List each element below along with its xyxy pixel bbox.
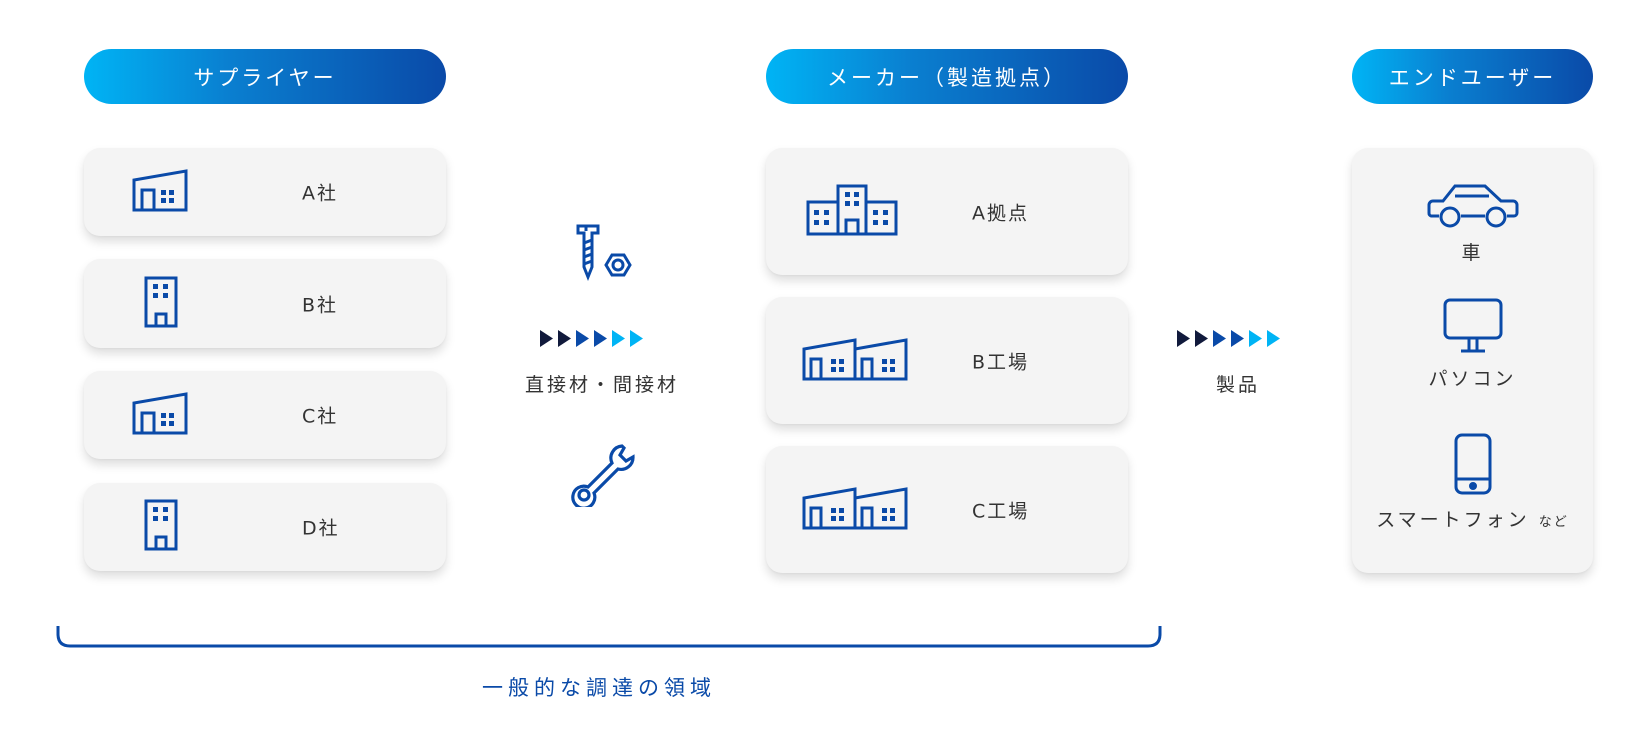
supplier-card-a: A社 [84, 148, 446, 236]
products-label: 製品 [1216, 374, 1261, 396]
maker-label: C工場 [972, 500, 1030, 522]
double-factory-icon [802, 337, 908, 385]
double-factory-icon [802, 486, 908, 534]
supplier-header-label: サプライヤー [193, 65, 337, 90]
arrow-icon [1249, 330, 1262, 347]
products-flow-arrows [1177, 330, 1280, 347]
end-user-label: 車 [1461, 242, 1484, 264]
arrow-icon [1177, 330, 1190, 347]
office-building-icon [144, 276, 178, 332]
supplier-label: B社 [302, 294, 339, 316]
end-user-header: エンドユーザー [1352, 49, 1593, 104]
supplier-label: C社 [302, 405, 339, 428]
arrow-icon [558, 330, 571, 347]
materials-label: 直接材・間接材 [525, 374, 680, 396]
arrow-icon [1267, 330, 1280, 347]
arrow-icon [1231, 330, 1244, 347]
arrow-icon [540, 330, 553, 347]
end-user-item-pc: パソコン [1352, 298, 1593, 391]
supplier-card-c: C社 [84, 371, 446, 459]
supplier-card-b: B社 [84, 259, 446, 348]
end-user-label: スマートフォン など [1376, 509, 1569, 531]
end-user-label: パソコン [1428, 368, 1517, 390]
procurement-scope-bracket [56, 626, 1162, 648]
office-building-icon [144, 499, 178, 555]
headquarters-icon [806, 184, 898, 240]
end-user-item-smartphone: スマートフォン など [1352, 433, 1593, 532]
maker-header: メーカー（製造拠点） [766, 49, 1128, 104]
materials-flow-arrows [540, 330, 643, 347]
procurement-scope-label: 一般的な調達の領域 [482, 676, 716, 700]
arrow-icon [576, 330, 589, 347]
arrow-icon [612, 330, 625, 347]
monitor-icon [1443, 298, 1502, 353]
supplier-header: サプライヤー [84, 49, 446, 104]
factory-icon [132, 168, 188, 216]
arrow-icon [630, 330, 643, 347]
car-icon [1427, 184, 1518, 228]
maker-label: B工場 [972, 351, 1030, 373]
wrench-icon [570, 443, 636, 511]
maker-label: A拠点 [972, 202, 1029, 224]
maker-card-c: C工場 [766, 446, 1128, 573]
supplier-label: D社 [302, 517, 340, 540]
arrow-icon [1195, 330, 1208, 347]
factory-icon [132, 391, 188, 439]
end-user-card: 車 パソコン スマートフォン など [1352, 148, 1593, 573]
screw-nut-icon [576, 223, 632, 287]
maker-card-a: A拠点 [766, 148, 1128, 275]
end-user-item-car: 車 [1352, 182, 1593, 265]
maker-card-b: B工場 [766, 297, 1128, 424]
supplier-card-d: D社 [84, 483, 446, 571]
supplier-label: A社 [302, 182, 338, 205]
maker-header-label: メーカー（製造拠点） [827, 65, 1067, 90]
etc-suffix: など [1538, 515, 1569, 530]
arrow-icon [594, 330, 607, 347]
arrow-icon [1213, 330, 1226, 347]
end-user-header-label: エンドユーザー [1388, 65, 1557, 90]
smartphone-icon [1454, 433, 1491, 495]
